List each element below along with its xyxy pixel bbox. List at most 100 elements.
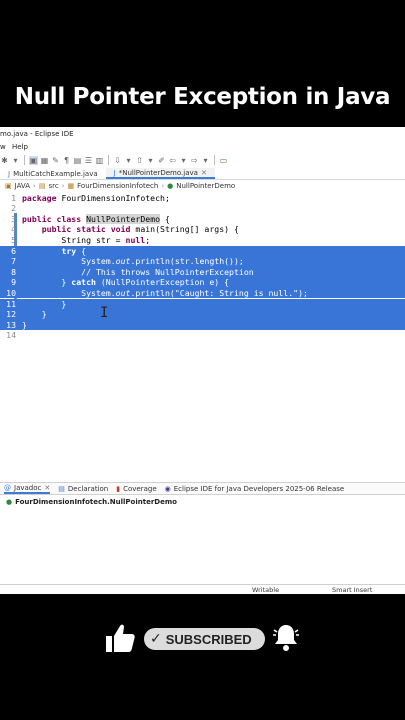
dropdown-icon[interactable]: ▾ — [201, 156, 210, 165]
breadcrumb-project[interactable]: JAVA — [15, 182, 30, 190]
back-icon[interactable]: ⇦ — [168, 156, 177, 165]
code-line[interactable]: 11 } — [0, 298, 405, 310]
javadoc-icon: @ — [4, 483, 11, 492]
close-icon[interactable]: ✕ — [44, 484, 50, 492]
mark-icon[interactable]: ▦ — [40, 156, 49, 165]
text-cursor-icon: I — [100, 305, 109, 321]
tab-coverage[interactable]: ▮ Coverage — [116, 485, 156, 493]
line-number: 4 — [11, 224, 16, 235]
forward-icon[interactable]: ⇨ — [190, 156, 199, 165]
coverage-icon: ▮ — [116, 484, 121, 493]
code-token: out — [115, 287, 131, 298]
code-token: } — [22, 277, 72, 288]
tab-release-info[interactable]: ◉ Eclipse IDE for Java Developers 2025-0… — [165, 485, 345, 493]
code-text: System.out.println(str.length()); — [22, 256, 244, 267]
tab-label: Declaration — [67, 484, 109, 493]
breadcrumb-class[interactable]: NullPointerDemo — [176, 182, 235, 190]
code-token: } — [22, 298, 67, 309]
code-token: ; — [145, 234, 151, 245]
code-text: public static void main(String[] args) { — [22, 224, 239, 235]
next-annotation-icon[interactable]: ⇩ — [113, 156, 122, 165]
eclipse-window: mo.java - Eclipse IDE w Help ✱ ▾ ▣ ▦ ✎ ¶… — [0, 127, 405, 594]
javadoc-content: ● FourDimensionInfotech.NullPointerDemo — [6, 498, 177, 506]
tab-multicatch[interactable]: J MultiCatchExample.java — [0, 168, 106, 179]
terminal-icon[interactable]: ▭ — [219, 156, 228, 165]
code-line[interactable]: 9 } catch (NullPointerException e) { — [0, 277, 405, 288]
last-edit-icon[interactable]: ✐ — [157, 156, 166, 165]
open-icon[interactable]: ▤ — [73, 156, 82, 165]
dropdown-icon[interactable]: ▾ — [124, 156, 133, 165]
line-number: 2 — [11, 203, 16, 214]
declaration-icon: ▤ — [58, 484, 65, 493]
code-line[interactable]: 14 — [0, 330, 405, 341]
code-token: static — [76, 224, 106, 235]
status-insert-mode: Smart Insert — [332, 586, 373, 594]
code-line[interactable]: 12 } — [0, 309, 405, 320]
subscribe-bar: ✓ SUBSCRIBED — [0, 622, 405, 658]
code-token: void — [110, 224, 131, 235]
toggle-icon[interactable]: ▣ — [29, 155, 38, 165]
dropdown-icon[interactable]: ▾ — [11, 156, 20, 165]
code-line[interactable]: 8 // This throws NullPointerException — [0, 266, 405, 278]
code-token: catch — [71, 277, 96, 288]
format-icon[interactable]: ¶ — [62, 156, 71, 165]
thumbs-up-icon[interactable] — [104, 622, 136, 654]
code-text: public class NullPointerDemo { — [22, 213, 170, 225]
toolbar-separator — [108, 155, 109, 165]
breadcrumb-package[interactable]: FourDimensionInfotech — [77, 182, 158, 190]
menu-help[interactable]: Help — [12, 143, 28, 151]
code-token: { — [160, 213, 170, 224]
toolbar: ✱ ▾ ▣ ▦ ✎ ¶ ▤ ☰ ▥ ⇩ ▾ ⇧ ▾ ✐ ⇦ ▾ ⇨ ▾ ▭ — [0, 153, 405, 167]
line-number: 12 — [6, 309, 16, 320]
tab-declaration[interactable]: ▤ Declaration — [58, 485, 108, 493]
code-token: .println(str.length()); — [130, 256, 244, 267]
code-editor[interactable]: 1 package FourDimensionInfotech; 2 3 public … — [0, 192, 405, 462]
line-number: 13 — [6, 319, 16, 330]
status-bar: Writable Smart Insert — [0, 584, 405, 594]
toolbar-separator — [24, 155, 25, 165]
close-icon[interactable]: ✕ — [201, 169, 207, 177]
code-line[interactable]: 1 package FourDimensionInfotech; — [0, 193, 405, 204]
toolbar-separator — [214, 155, 215, 165]
code-line[interactable]: 3 public class NullPointerDemo { — [0, 213, 405, 225]
subscribed-button[interactable]: ✓ SUBSCRIBED — [144, 628, 265, 650]
prev-annotation-icon[interactable]: ⇧ — [135, 156, 144, 165]
line-number: 9 — [11, 277, 16, 288]
java-file-icon: J — [8, 170, 11, 178]
code-line[interactable]: 13} — [0, 319, 405, 331]
tab-javadoc[interactable]: @ Javadoc ✕ — [4, 483, 51, 494]
line-number: 6 — [11, 245, 16, 256]
chevron-right-icon: › — [61, 182, 65, 190]
dropdown-icon[interactable]: ▾ — [146, 156, 155, 165]
list-icon[interactable]: ☰ — [84, 156, 93, 165]
code-token: try — [61, 245, 77, 256]
java-file-icon: J — [113, 169, 116, 177]
dropdown-icon[interactable]: ▾ — [179, 156, 188, 165]
code-token: package — [22, 192, 57, 203]
code-line[interactable]: 6 try { — [0, 245, 405, 257]
subscribed-label: SUBSCRIBED — [165, 631, 252, 647]
code-line[interactable]: 2 — [0, 203, 405, 214]
code-text: System.out.println("Caught: String is nu… — [22, 288, 308, 299]
tab-label: Coverage — [123, 484, 157, 493]
menu-window[interactable]: w — [0, 143, 6, 151]
code-line[interactable]: 5 String str = null; — [0, 235, 405, 246]
debug-icon[interactable]: ✱ — [0, 156, 9, 165]
breadcrumb-src[interactable]: src — [48, 182, 58, 190]
code-line[interactable]: 10 System.out.println("Caught: String is… — [0, 287, 405, 299]
line-number: 3 — [11, 213, 16, 224]
code-token: (NullPointerException e) { — [95, 277, 230, 288]
bell-icon[interactable] — [272, 622, 300, 652]
bottom-panel-tabs: @ Javadoc ✕ ▤ Declaration ▮ Coverage ◉ E… — [0, 482, 405, 495]
eclipse-icon: ◉ — [164, 484, 171, 493]
pencil-icon[interactable]: ✎ — [51, 156, 60, 165]
code-line[interactable]: 7 System.out.println(str.length()); — [0, 256, 405, 267]
tab-nullpointerdemo[interactable]: J *NullPointerDemo.java ✕ — [105, 168, 215, 179]
layout-icon[interactable]: ▥ — [95, 156, 104, 165]
code-line[interactable]: 4 public static void main(String[] args)… — [0, 224, 405, 235]
code-token: class — [56, 213, 82, 224]
code-token: main(String[] args) { — [130, 224, 239, 235]
code-token: System. — [22, 287, 116, 298]
editor-tabs: J MultiCatchExample.java J *NullPointerD… — [0, 168, 405, 180]
